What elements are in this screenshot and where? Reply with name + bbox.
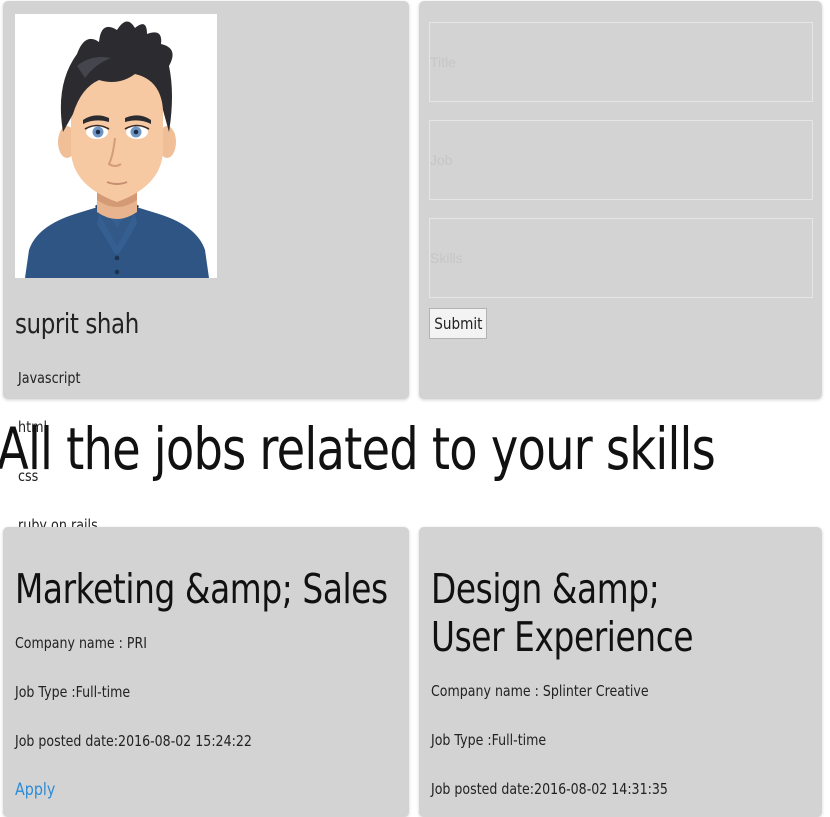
job-company: Company name : PRI — [15, 634, 148, 652]
job-posted-date: Job posted date:2016-08-02 15:24:22 — [15, 732, 252, 750]
job-type: Job Type :Full-time — [15, 683, 131, 701]
title-input[interactable] — [429, 22, 813, 102]
job-posted-date: Job posted date:2016-08-02 14:31:35 — [431, 780, 668, 798]
submit-button[interactable]: Submit — [429, 308, 487, 339]
avatar-illustration — [25, 21, 209, 278]
submit-button-label: Submit — [434, 314, 483, 333]
job-form-card: Submit — [419, 1, 822, 399]
job-card: Design &amp; User Experience Company nam… — [419, 527, 822, 817]
apply-link[interactable]: Apply — [15, 780, 55, 800]
job-title: Design &amp; User Experience — [431, 565, 694, 661]
job-title: Marketing &amp; Sales — [15, 565, 388, 613]
job-type: Job Type :Full-time — [431, 731, 547, 749]
jobs-section-heading: All the jobs related to your skills — [0, 415, 716, 483]
job-input[interactable] — [429, 120, 813, 200]
skills-input[interactable] — [429, 218, 813, 298]
job-card: Marketing &amp; Sales Company name : PRI… — [3, 527, 409, 817]
job-company: Company name : Splinter Creative — [431, 682, 649, 700]
skill-item: Javascript — [18, 369, 81, 387]
avatar — [15, 14, 217, 278]
profile-card: suprit shah Javascript html css ruby on … — [3, 1, 409, 534]
profile-name: suprit shah — [15, 307, 139, 340]
